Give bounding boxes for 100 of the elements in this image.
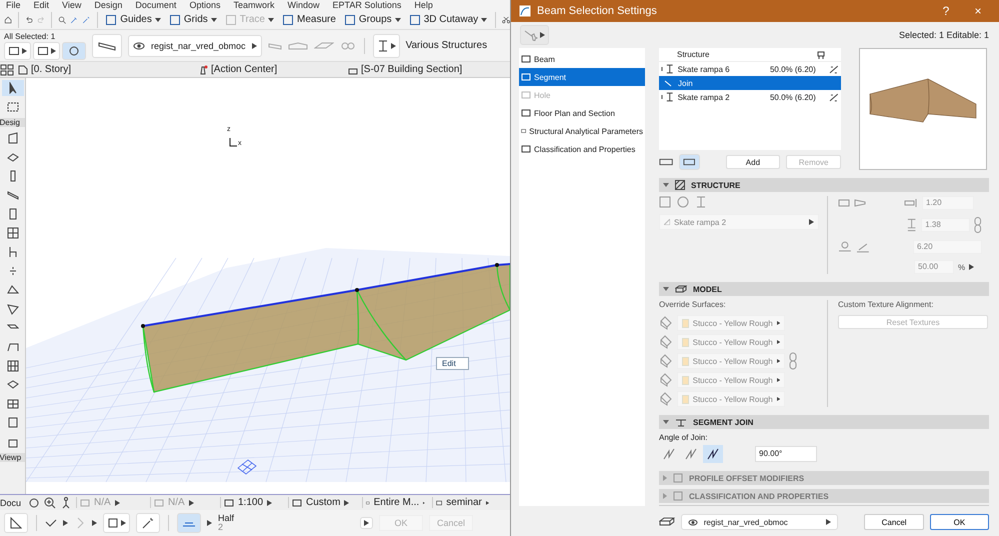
eye-icon — [688, 518, 698, 526]
toolbar-button[interactable]: Groups — [342, 10, 403, 28]
menu-item[interactable]: Options — [189, 1, 220, 10]
surface-icon — [659, 316, 673, 330]
caret-icon — [364, 520, 370, 526]
transform-button[interactable] — [103, 513, 130, 533]
grid-marker-icon — [238, 460, 257, 474]
menu-item[interactable]: View — [62, 1, 82, 10]
snap-button[interactable] — [177, 513, 201, 533]
magic-wand-button[interactable] — [136, 513, 160, 533]
selection-dropdown[interactable] — [4, 42, 31, 60]
caret-icon — [390, 42, 396, 48]
guide-button[interactable] — [4, 513, 28, 533]
view-tab[interactable]: [0. Story] — [14, 64, 194, 75]
grid-view-icon[interactable] — [0, 64, 14, 76]
design-tool-icon — [6, 246, 18, 258]
override-label: Override Surfaces: — [659, 300, 727, 309]
straight-beam-icon[interactable] — [659, 157, 674, 167]
join-angle-icon — [684, 447, 698, 461]
marquee-dropdown[interactable] — [33, 42, 60, 60]
surface-icon — [659, 392, 673, 406]
caret-icon — [486, 500, 489, 506]
snap-options-button[interactable] — [360, 517, 374, 529]
caret-icon — [776, 358, 780, 364]
help-button[interactable]: ? — [933, 3, 959, 19]
menu-item[interactable]: Teamwork — [233, 1, 274, 10]
toolbar-button[interactable]: Measure — [280, 10, 338, 28]
status-dropdown[interactable]: Entire M... — [362, 497, 428, 508]
menu-item[interactable]: Edit — [34, 1, 50, 10]
view-tab[interactable]: [S-07 Building Section] — [344, 64, 504, 75]
surface-icon — [659, 335, 673, 349]
caret-icon — [51, 48, 56, 54]
nav-item[interactable]: Beam — [519, 50, 645, 68]
structure-dropdown[interactable] — [372, 34, 400, 58]
design-tool-icon — [6, 189, 18, 201]
selection-info: Selected: 1 Editable: 1 — [898, 30, 989, 40]
favorites-button[interactable] — [520, 25, 549, 45]
caret-icon — [776, 396, 780, 402]
layer-dropdown[interactable]: regist_nar_vred_obmoc — [128, 34, 262, 56]
arrow-tool[interactable] — [2, 80, 24, 96]
angle-field[interactable]: 90.00° — [755, 446, 817, 462]
caret-icon — [63, 520, 68, 526]
zoom-in-icon[interactable] — [44, 496, 56, 508]
arrow-icon — [8, 82, 18, 94]
layers-icon — [659, 516, 675, 528]
close-button[interactable]: × — [965, 3, 991, 19]
material-swatch — [682, 338, 689, 346]
chain-icon — [789, 352, 797, 370]
menu-item[interactable]: Help — [414, 1, 433, 10]
check-line-icon[interactable] — [45, 517, 57, 529]
walk-icon[interactable] — [60, 496, 72, 508]
nav-item[interactable]: Structural Analytical Parameters — [519, 122, 645, 140]
beam-icon — [98, 40, 116, 50]
curved-beam-button[interactable] — [679, 154, 700, 170]
expand-arrow-icon — [663, 420, 669, 424]
join-row[interactable]: Join — [659, 76, 841, 90]
snap-mode-label: Half — [218, 514, 234, 523]
segment-row[interactable]: Skate rampa 2 50.0% (6.20) — [659, 90, 841, 104]
nav-item[interactable]: Classification and Properties — [519, 140, 645, 158]
transform-icon — [107, 517, 119, 529]
caret-icon — [826, 519, 832, 525]
join-angle-icon — [662, 447, 676, 461]
nav-item[interactable]: Floor Plan and Section — [519, 104, 645, 122]
segment-row[interactable]: Skate rampa 6 50.0% (6.20) — [659, 62, 841, 76]
marquee-icon — [6, 102, 18, 112]
nav-item[interactable]: Segment — [519, 68, 645, 86]
caret-icon — [268, 18, 274, 22]
column-header: Structure — [677, 50, 710, 59]
height-icon — [906, 218, 918, 232]
toolbox-group-label: Desig — [0, 118, 25, 127]
menu-item[interactable]: Window — [287, 1, 320, 10]
caret-icon — [188, 500, 194, 506]
section-header[interactable]: MODEL — [659, 282, 989, 296]
menu-item[interactable]: EPTAR Solutions — [332, 1, 402, 10]
menu-item[interactable]: File — [6, 1, 21, 10]
status-dropdown[interactable]: Custom — [288, 497, 358, 508]
toolbar-button[interactable]: 3D Cutaway — [406, 10, 490, 28]
layer-dropdown[interactable]: regist_nar_vred_obmoc — [680, 514, 838, 530]
menu-item[interactable]: Design — [94, 1, 122, 10]
status-dropdown[interactable]: seminar — [432, 497, 492, 508]
material-swatch — [682, 356, 689, 366]
section-header[interactable]: STRUCTURE — [659, 178, 989, 192]
add-button[interactable]: Add — [726, 155, 780, 169]
design-tool-icon — [6, 417, 18, 429]
view-tab[interactable]: [Action Center] — [194, 64, 344, 75]
cancel-button[interactable]: Cancel — [864, 514, 924, 530]
ok-button[interactable]: OK — [930, 514, 990, 530]
status-icon — [292, 498, 302, 508]
taper-icon — [854, 198, 866, 208]
beam-type-dropdown[interactable] — [92, 34, 122, 58]
collapse-arrow-icon — [663, 475, 667, 481]
status-icon — [80, 498, 90, 508]
toolbar-button[interactable]: Guides — [103, 10, 163, 28]
toolbar-button[interactable]: Grids — [166, 10, 219, 28]
status-dropdown[interactable]: 1:100 — [220, 497, 284, 508]
section-header[interactable]: SEGMENT JOIN — [659, 415, 989, 429]
offset-icon — [829, 92, 839, 102]
menu-item[interactable]: Document — [135, 1, 176, 10]
join-type-button[interactable] — [703, 445, 723, 463]
snap-value: 2 — [218, 523, 224, 532]
